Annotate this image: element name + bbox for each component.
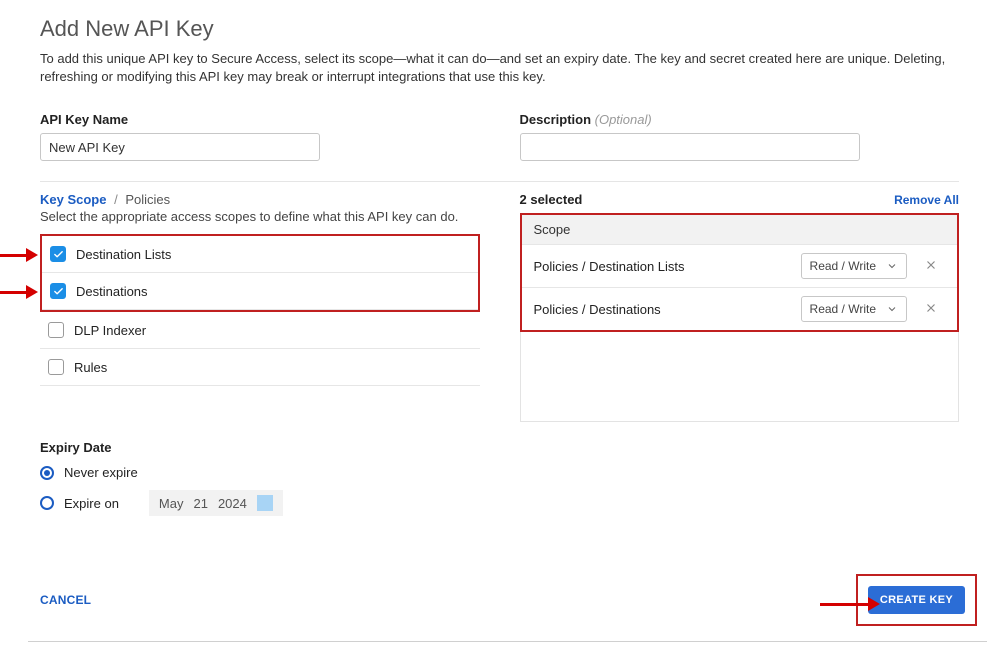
scope-label: Destinations (76, 284, 148, 299)
breadcrumb-root[interactable]: Key Scope (40, 192, 106, 207)
chevron-down-icon (886, 303, 898, 315)
radio-unselected-icon[interactable] (40, 496, 54, 510)
selected-row-name: Policies / Destination Lists (534, 259, 791, 274)
checkbox-checked-icon[interactable] (50, 246, 66, 262)
selected-row: Policies / Destinations Read / Write (522, 287, 958, 330)
permission-select[interactable]: Read / Write (801, 253, 907, 279)
radio-selected-icon[interactable] (40, 466, 54, 480)
permission-value: Read / Write (810, 259, 876, 273)
checkbox-unchecked-icon[interactable] (48, 359, 64, 375)
create-key-button[interactable]: CREATE KEY (868, 586, 965, 614)
date-month: May (159, 496, 184, 511)
expiry-on-label: Expire on (64, 496, 119, 511)
page-title: Add New API Key (40, 16, 959, 42)
scope-item-dlp-indexer[interactable]: DLP Indexer (40, 312, 480, 349)
remove-row-button[interactable] (917, 301, 945, 318)
breadcrumb-sep: / (110, 192, 122, 207)
breadcrumb-leaf: Policies (125, 192, 170, 207)
expiry-never-label: Never expire (64, 465, 138, 480)
close-icon (924, 301, 938, 315)
remove-all-link[interactable]: Remove All (894, 193, 959, 207)
scope-label: Destination Lists (76, 247, 171, 262)
scope-item-destination-lists[interactable]: Destination Lists (42, 236, 478, 273)
selected-highlight-box: Scope Policies / Destination Lists Read … (520, 213, 960, 332)
close-icon (924, 258, 938, 272)
breadcrumb: Key Scope / Policies (40, 192, 480, 207)
description-label-text: Description (520, 112, 592, 127)
scope-label: Rules (74, 360, 107, 375)
remove-row-button[interactable] (917, 258, 945, 275)
scope-item-rules[interactable]: Rules (40, 349, 480, 386)
selected-empty-area (520, 332, 960, 422)
description-label: Description (Optional) (520, 112, 960, 127)
scope-highlight-box: Destination Lists Destinations (40, 234, 480, 312)
selected-count: 2 selected (520, 192, 583, 207)
annotation-arrow-icon (820, 597, 880, 611)
selected-header: Scope (522, 215, 958, 244)
api-key-name-input[interactable] (40, 133, 320, 161)
permission-value: Read / Write (810, 302, 876, 316)
scope-label: DLP Indexer (74, 323, 146, 338)
scope-hint: Select the appropriate access scopes to … (40, 209, 480, 224)
expiry-date-picker[interactable]: May 21 2024 (149, 490, 283, 516)
selected-row-name: Policies / Destinations (534, 302, 791, 317)
permission-select[interactable]: Read / Write (801, 296, 907, 322)
annotation-arrow-icon (0, 248, 38, 262)
checkbox-checked-icon[interactable] (50, 283, 66, 299)
date-year: 2024 (218, 496, 247, 511)
chevron-down-icon (886, 260, 898, 272)
annotation-arrow-icon (0, 285, 38, 299)
calendar-icon[interactable] (257, 495, 273, 511)
scope-item-destinations[interactable]: Destinations (42, 273, 478, 310)
date-day: 21 (193, 496, 207, 511)
api-key-name-label: API Key Name (40, 112, 480, 127)
description-optional: (Optional) (595, 112, 652, 127)
bottom-divider (28, 641, 987, 642)
selected-row: Policies / Destination Lists Read / Writ… (522, 244, 958, 287)
checkbox-unchecked-icon[interactable] (48, 322, 64, 338)
expiry-never-row[interactable]: Never expire (40, 465, 480, 480)
expiry-label: Expiry Date (40, 440, 480, 455)
description-input[interactable] (520, 133, 860, 161)
cancel-button[interactable]: CANCEL (40, 593, 91, 607)
divider (40, 181, 959, 182)
expiry-on-row[interactable]: Expire on May 21 2024 (40, 490, 480, 516)
page-description: To add this unique API key to Secure Acc… (40, 50, 959, 86)
